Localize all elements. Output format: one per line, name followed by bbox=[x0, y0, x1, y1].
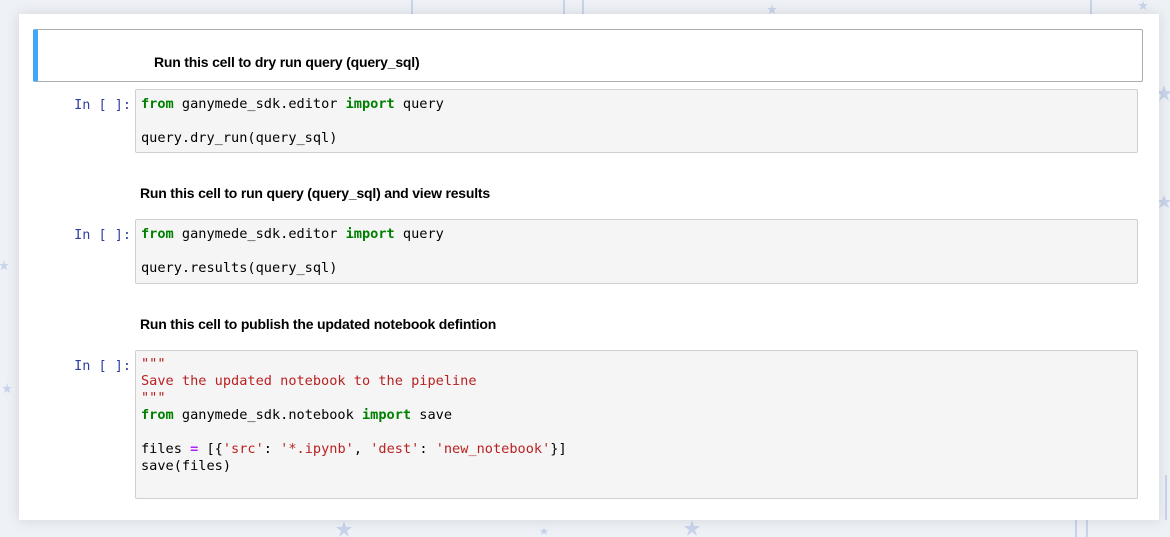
code-text: """ Save the updated notebook to the pipe… bbox=[141, 356, 567, 475]
string-literal: 'new_notebook' bbox=[435, 441, 551, 457]
keyword: from bbox=[141, 407, 174, 423]
docstring-delimiter: """ bbox=[141, 356, 166, 372]
code-line: query.results(query_sql) bbox=[141, 260, 338, 276]
star-icon bbox=[336, 521, 352, 537]
variable-name: files bbox=[141, 441, 191, 457]
notebook-container: Run this cell to dry run query (query_sq… bbox=[19, 14, 1159, 520]
markdown-heading: Run this cell to dry run query (query_sq… bbox=[154, 54, 420, 70]
star-icon bbox=[767, 4, 777, 14]
module-name: ganymede_sdk.editor bbox=[173, 226, 346, 242]
string-literal: 'dest' bbox=[370, 441, 420, 457]
docstring-delimiter: """ bbox=[141, 390, 166, 406]
input-prompt: In [ ]: bbox=[74, 358, 131, 374]
markdown-heading: Run this cell to run query (query_sql) a… bbox=[140, 185, 490, 201]
code-text: from ganymede_sdk.editor import query que… bbox=[141, 226, 444, 277]
string-literal: 'src' bbox=[222, 441, 264, 457]
module-name: ganymede_sdk.notebook bbox=[173, 407, 362, 423]
star-icon bbox=[540, 527, 548, 535]
punctuation: [{ bbox=[198, 441, 223, 457]
keyword: import bbox=[345, 226, 395, 242]
star-icon bbox=[1138, 0, 1148, 10]
keyword: import bbox=[362, 407, 412, 423]
docstring-text: Save the updated notebook to the pipelin… bbox=[141, 373, 477, 389]
code-editor[interactable]: from ganymede_sdk.editor import query que… bbox=[135, 219, 1138, 284]
code-cell[interactable]: In [ ]: from ganymede_sdk.editor import … bbox=[19, 219, 1159, 284]
code-text: from ganymede_sdk.editor import query que… bbox=[141, 96, 444, 147]
punctuation: , bbox=[353, 441, 371, 457]
string-literal: '*.ipynb' bbox=[280, 441, 354, 457]
input-prompt: In [ ]: bbox=[74, 97, 131, 113]
star-icon bbox=[684, 520, 700, 536]
star-icon bbox=[0, 260, 9, 270]
code-line: query.dry_run(query_sql) bbox=[141, 130, 338, 146]
markdown-cell[interactable]: Run this cell to publish the updated not… bbox=[33, 304, 1143, 344]
code-cell[interactable]: In [ ]: from ganymede_sdk.editor import … bbox=[19, 89, 1159, 153]
import-name: query bbox=[394, 226, 444, 242]
markdown-heading: Run this cell to publish the updated not… bbox=[140, 316, 497, 332]
code-line: save(files) bbox=[141, 458, 232, 474]
module-name: ganymede_sdk.editor bbox=[173, 96, 346, 112]
keyword: import bbox=[345, 96, 395, 112]
markdown-cell-selected[interactable]: Run this cell to dry run query (query_sq… bbox=[33, 29, 1143, 82]
input-prompt: In [ ]: bbox=[74, 227, 131, 243]
punctuation: }] bbox=[550, 441, 567, 457]
code-editor[interactable]: from ganymede_sdk.editor import query que… bbox=[135, 89, 1138, 153]
keyword: from bbox=[141, 96, 174, 112]
punctuation: : bbox=[263, 441, 281, 457]
code-cell[interactable]: In [ ]: """ Save the updated notebook to … bbox=[19, 350, 1159, 499]
markdown-cell[interactable]: Run this cell to run query (query_sql) a… bbox=[33, 173, 1143, 213]
import-name: query bbox=[394, 96, 444, 112]
import-name: save bbox=[411, 407, 453, 423]
code-editor[interactable]: """ Save the updated notebook to the pipe… bbox=[135, 350, 1138, 499]
star-icon bbox=[2, 383, 12, 393]
keyword: from bbox=[141, 226, 174, 242]
punctuation: : bbox=[419, 441, 436, 457]
